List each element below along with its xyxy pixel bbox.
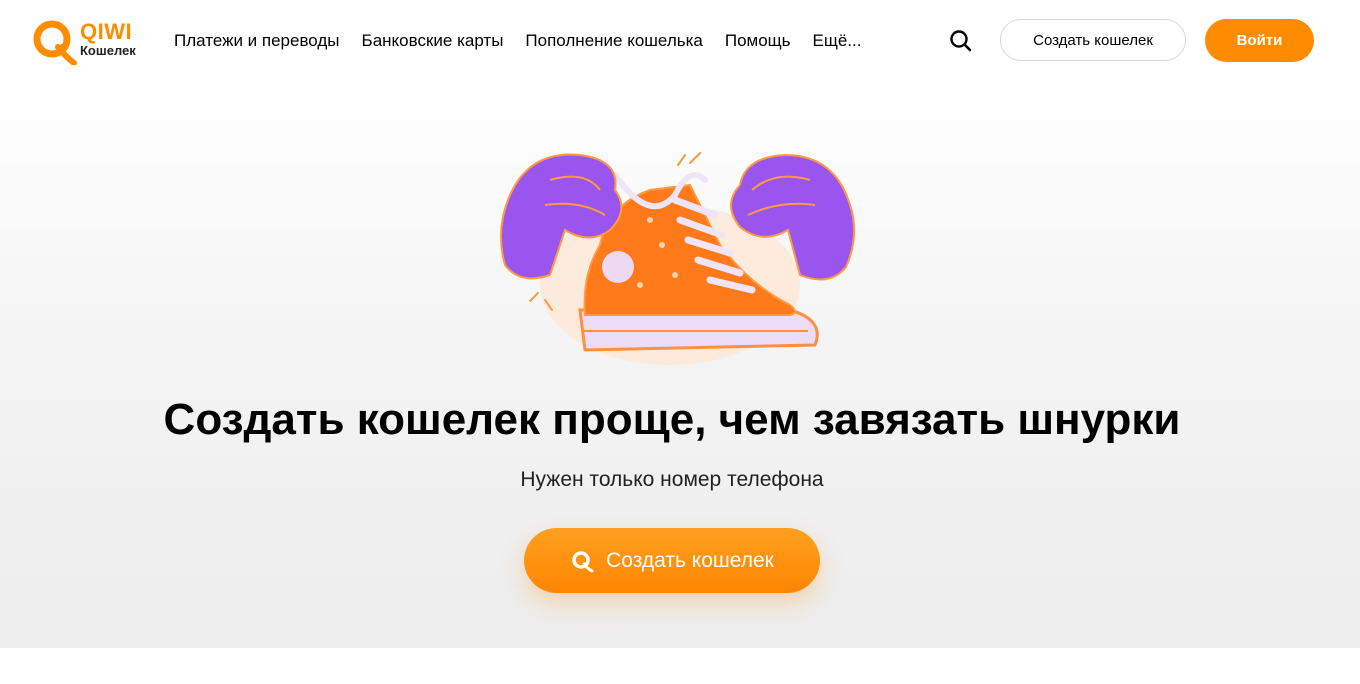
qiwi-logo-icon [572, 550, 594, 572]
nav-item-payments[interactable]: Платежи и переводы [174, 30, 340, 54]
nav-item-more[interactable]: Ещё... [813, 30, 862, 54]
header: QIWI Кошелек Платежи и переводы Банковск… [0, 0, 1360, 80]
qiwi-logo-icon [33, 20, 77, 65]
sneaker-hands-illustration [500, 152, 856, 365]
create-wallet-header-button[interactable]: Создать кошелек [1000, 19, 1186, 61]
logo-wordmark: QIWI [80, 19, 133, 44]
main-nav: Платежи и переводы Банковские карты Попо… [174, 30, 861, 54]
search-icon [950, 30, 972, 52]
search-button[interactable] [948, 28, 974, 54]
page-bottom [0, 648, 1360, 684]
hero-section: Создать кошелек проще, чем завязать шнур… [0, 80, 1360, 648]
hero-subtitle: Нужен только номер телефона [520, 468, 824, 491]
nav-item-top-up[interactable]: Пополнение кошелька [525, 30, 702, 54]
nav-item-help[interactable]: Помощь [725, 30, 791, 54]
qiwi-logo[interactable]: QIWI Кошелек [30, 17, 140, 67]
login-button[interactable]: Войти [1205, 19, 1314, 62]
hero-title: Создать кошелек проще, чем завязать шнур… [163, 395, 1181, 444]
logo-subtitle: Кошелек [80, 43, 136, 58]
create-wallet-button-label: Создать кошелек [606, 548, 774, 572]
nav-item-bank-cards[interactable]: Банковские карты [362, 30, 504, 54]
create-wallet-button[interactable]: Создать кошелек [524, 528, 820, 593]
